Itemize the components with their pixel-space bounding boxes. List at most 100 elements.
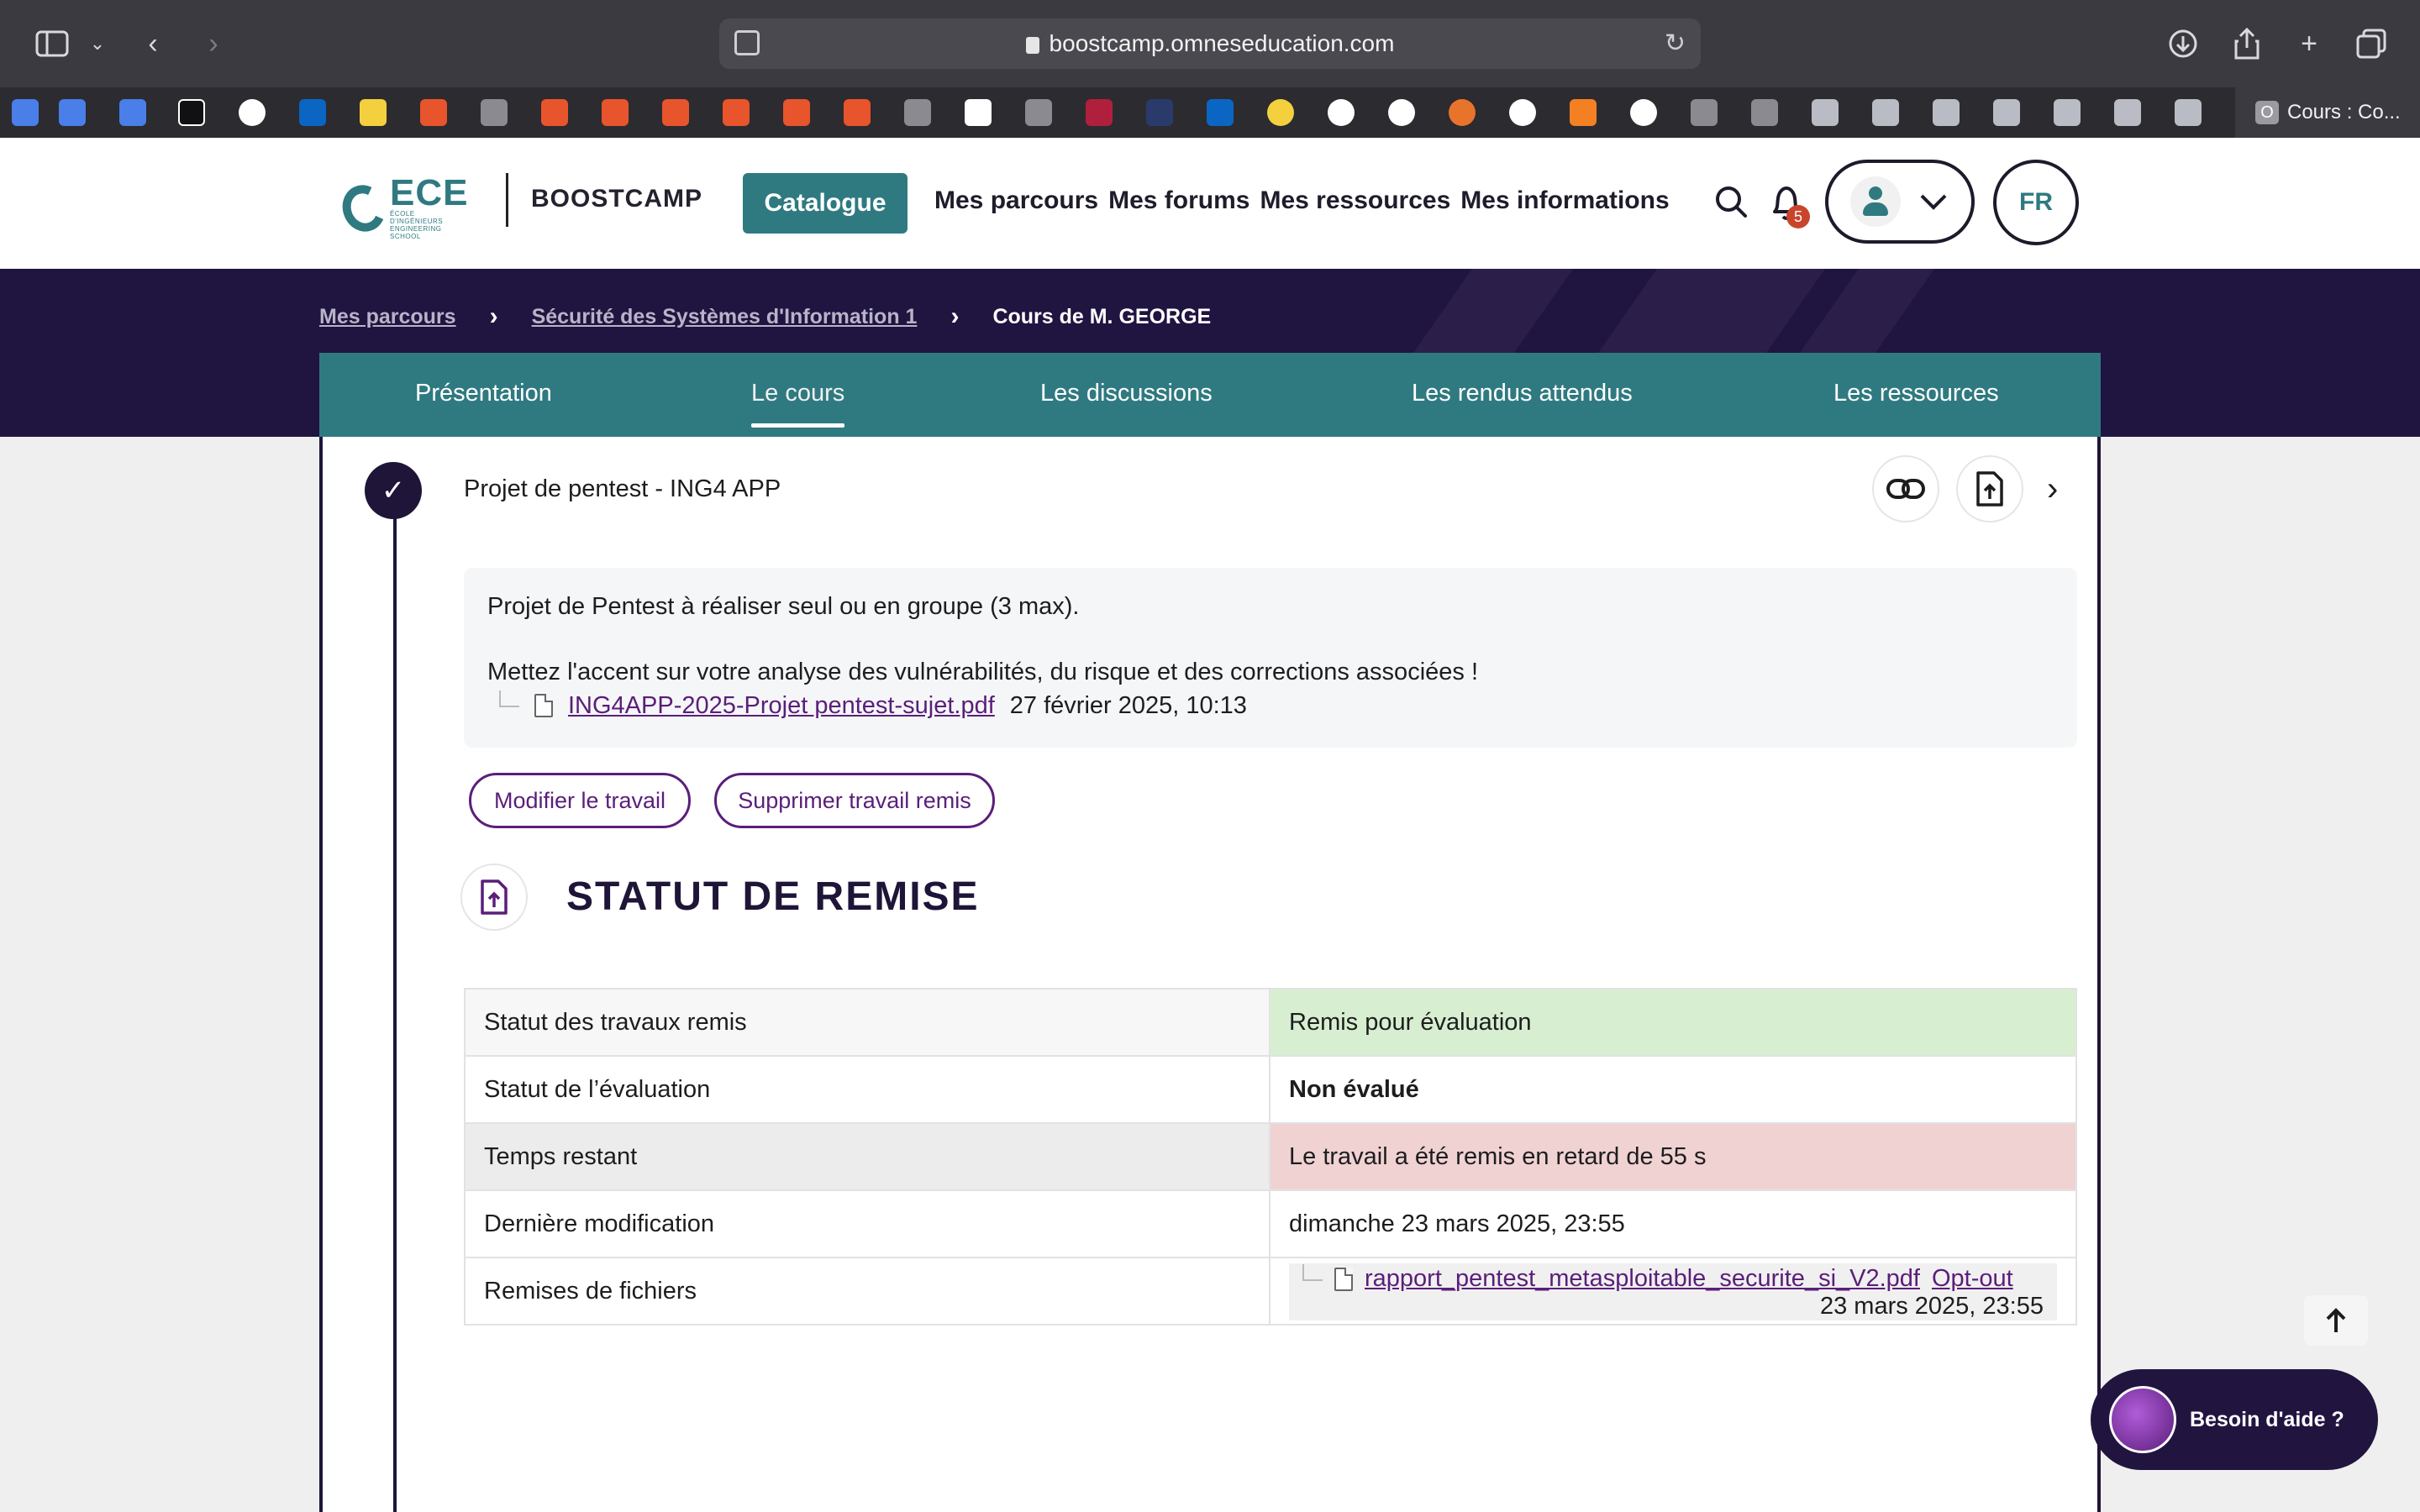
active-tab-title: Cours : Co... bbox=[2287, 101, 2401, 123]
tree-connector bbox=[499, 690, 519, 707]
google-favicon[interactable] bbox=[1509, 99, 1536, 126]
breadcrumb-course[interactable]: Sécurité des Systèmes d'Information 1 bbox=[532, 305, 918, 329]
site-favicon[interactable] bbox=[2175, 99, 2202, 126]
row-label: Remises de fichiers bbox=[464, 1257, 1270, 1326]
tab-le-cours[interactable]: Le cours bbox=[751, 380, 845, 428]
attachment-link[interactable]: ING4APP-2025-Projet pentest-sujet.pdf bbox=[568, 689, 995, 722]
site-favicon[interactable] bbox=[481, 99, 508, 126]
site-favicon[interactable] bbox=[1146, 99, 1173, 126]
file-submissions-cell: rapport_pentest_metasploitable_securite_… bbox=[1269, 1257, 2077, 1326]
google-favicon[interactable] bbox=[1388, 99, 1415, 126]
tab-les-ressources[interactable]: Les ressources bbox=[1833, 380, 1999, 407]
site-favicon[interactable] bbox=[783, 99, 810, 126]
link-icon bbox=[1886, 479, 1925, 499]
site-favicon[interactable] bbox=[1449, 99, 1476, 126]
pdf-icon bbox=[1334, 1267, 1353, 1291]
submission-status-badge bbox=[460, 864, 528, 931]
site-favicon[interactable] bbox=[904, 99, 931, 126]
course-content: ✓ Projet de pentest - ING4 APP › Projet … bbox=[319, 437, 2101, 1512]
site-favicon[interactable] bbox=[360, 99, 387, 126]
logo-divider bbox=[506, 173, 508, 227]
chevron-down-icon[interactable]: ⌄ bbox=[77, 24, 118, 64]
catalogue-button[interactable]: Catalogue bbox=[743, 173, 908, 234]
google-favicon[interactable] bbox=[239, 99, 266, 126]
nav-mes-forums[interactable]: Mes forums bbox=[1108, 186, 1249, 215]
row-label: Statut des travaux remis bbox=[464, 988, 1270, 1057]
tab-les-rendus-attendus[interactable]: Les rendus attendus bbox=[1412, 380, 1633, 407]
help-label: Besoin d'aide ? bbox=[2190, 1407, 2344, 1431]
site-favicon[interactable] bbox=[1025, 99, 1052, 126]
url-text: boostcamp.omneseducation.com bbox=[1049, 30, 1395, 56]
google-favicon[interactable] bbox=[1328, 99, 1355, 126]
help-button[interactable]: Besoin d'aide ? bbox=[2091, 1369, 2378, 1470]
pdf-icon bbox=[534, 694, 553, 717]
site-favicon[interactable] bbox=[541, 99, 568, 126]
site-favicon[interactable] bbox=[2054, 99, 2081, 126]
site-favicon[interactable] bbox=[723, 99, 750, 126]
search-icon[interactable] bbox=[1714, 185, 1748, 218]
back-icon[interactable]: ‹ bbox=[133, 24, 173, 64]
stackoverflow-favicon[interactable] bbox=[1570, 99, 1597, 126]
delete-submission-button[interactable]: Supprimer travail remis bbox=[714, 773, 995, 828]
row-label: Temps restant bbox=[464, 1122, 1270, 1191]
site-favicon[interactable] bbox=[602, 99, 629, 126]
site-favicon[interactable] bbox=[1086, 99, 1113, 126]
submitted-file-link[interactable]: rapport_pentest_metasploitable_securite_… bbox=[1365, 1265, 1920, 1293]
site-favicon[interactable] bbox=[1267, 99, 1294, 126]
upload-button[interactable] bbox=[1956, 455, 2023, 522]
site-favicon[interactable] bbox=[420, 99, 447, 126]
edit-submission-button[interactable]: Modifier le travail bbox=[469, 773, 691, 828]
arrow-up-icon bbox=[2326, 1308, 2346, 1332]
link-button[interactable] bbox=[1872, 455, 1939, 522]
site-favicon[interactable] bbox=[2114, 99, 2141, 126]
nav-mes-ressources[interactable]: Mes ressources bbox=[1260, 186, 1450, 215]
tab-favicon: O bbox=[2255, 101, 2279, 124]
nav-mes-informations[interactable]: Mes informations bbox=[1460, 186, 1669, 215]
site-favicon[interactable] bbox=[1691, 99, 1718, 126]
docs-favicon[interactable] bbox=[119, 99, 146, 126]
forward-icon[interactable]: › bbox=[193, 24, 234, 64]
active-tab[interactable]: O Cours : Co... bbox=[2235, 87, 2420, 138]
site-favicon[interactable] bbox=[1812, 99, 1839, 126]
reader-icon[interactable] bbox=[734, 30, 760, 55]
tab-overview-icon[interactable] bbox=[2351, 24, 2391, 64]
activity-title[interactable]: Projet de pentest - ING4 APP bbox=[464, 475, 781, 503]
chevron-right-icon[interactable]: › bbox=[2047, 470, 2058, 508]
nav-mes-parcours[interactable]: Mes parcours bbox=[934, 186, 1098, 215]
site-favicon[interactable] bbox=[1933, 99, 1960, 126]
submitted-file-date: 23 mars 2025, 23:55 bbox=[1819, 1293, 2044, 1320]
site-favicon[interactable] bbox=[1872, 99, 1899, 126]
site-favicon[interactable] bbox=[1751, 99, 1778, 126]
sidebar-toggle-icon[interactable] bbox=[32, 24, 72, 64]
site-favicon[interactable] bbox=[1993, 99, 2020, 126]
share-icon[interactable] bbox=[2227, 24, 2267, 64]
site-favicon[interactable] bbox=[178, 99, 205, 126]
chevron-right-icon: › bbox=[950, 302, 960, 330]
language-button[interactable]: FR bbox=[1993, 160, 2079, 245]
docs-favicon[interactable] bbox=[12, 99, 39, 126]
ece-logo[interactable]: ECE ÉCOLE D'INGÉNIEURS ENGINEERING SCHOO… bbox=[335, 175, 468, 240]
reload-icon[interactable]: ↻ bbox=[1665, 29, 1686, 58]
favorites-bar bbox=[0, 87, 2420, 138]
docs-favicon[interactable] bbox=[59, 99, 86, 126]
site-favicon[interactable] bbox=[965, 99, 992, 126]
github-favicon[interactable] bbox=[1630, 99, 1657, 126]
activity-description: Projet de Pentest à réaliser seul ou en … bbox=[464, 568, 2077, 748]
breadcrumb-mes-parcours[interactable]: Mes parcours bbox=[319, 305, 456, 329]
site-favicon[interactable] bbox=[844, 99, 871, 126]
linkedin-favicon[interactable] bbox=[1207, 99, 1234, 126]
site-favicon[interactable] bbox=[662, 99, 689, 126]
address-bar[interactable]: boostcamp.omneseducation.com ↻ bbox=[719, 18, 1701, 69]
logo-subtitle: ÉCOLE D'INGÉNIEURS ENGINEERING SCHOOL bbox=[390, 210, 444, 240]
opt-out-link[interactable]: Opt-out bbox=[1932, 1265, 2013, 1293]
scroll-to-top-button[interactable] bbox=[2304, 1295, 2368, 1346]
new-tab-icon[interactable]: + bbox=[2289, 24, 2329, 64]
user-menu-button[interactable] bbox=[1825, 160, 1975, 244]
tab-les-discussions[interactable]: Les discussions bbox=[1040, 380, 1213, 407]
brand-name[interactable]: BOOSTCAMP bbox=[531, 185, 702, 213]
chevron-down-icon bbox=[1920, 194, 1947, 210]
linkedin-favicon[interactable] bbox=[299, 99, 326, 126]
download-icon[interactable] bbox=[2163, 24, 2203, 64]
main-nav: Mes parcours Mes forums Mes ressources M… bbox=[934, 186, 1670, 215]
tab-presentation[interactable]: Présentation bbox=[415, 380, 552, 407]
